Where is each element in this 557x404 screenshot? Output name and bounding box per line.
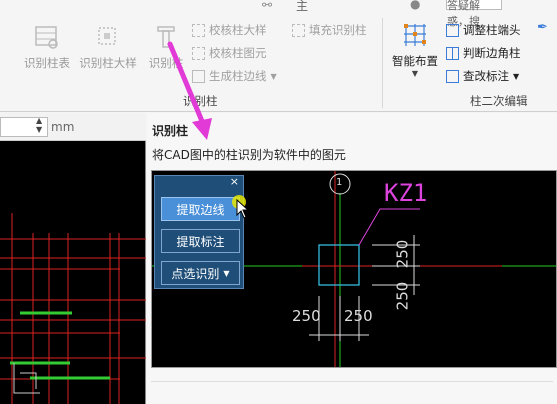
grid-layout-icon: [404, 24, 426, 46]
floating-toolbar: × 提取边线 提取标注 点选识别 ▼: [154, 175, 244, 289]
smart-layout-label: 智能布置: [392, 54, 438, 68]
title-fragment: 主: [296, 0, 309, 13]
extract-annotation-button[interactable]: 提取标注: [161, 229, 240, 253]
ribbon: 主 ⚯ ● 答疑解惑，搜 识别柱表 识别柱大样 识别柱 校核柱大样 校核柱图元 …: [0, 0, 557, 112]
demo-cad-view: 1 KZ1 250 250 250 250 × 提取边线 提取标注 点选识别 ▼: [151, 170, 557, 368]
chevron-down-icon: ▼: [223, 268, 230, 278]
mouse-cursor-icon: [236, 199, 250, 219]
dim-label-right-bottom: 250: [393, 281, 412, 311]
search-box[interactable]: 答疑解惑，搜: [446, 0, 502, 28]
adjust-column-end-button[interactable]: 调整柱端头: [446, 22, 521, 38]
dim-label-right-top: 250: [393, 239, 412, 269]
detail-icon: [98, 27, 116, 45]
table-icon: [35, 26, 58, 49]
check-detail-icon: [192, 23, 205, 37]
adjust-column-end-label: 调整柱端头: [463, 23, 521, 37]
fill-icon: [292, 23, 305, 37]
edit-annotation-button[interactable]: 查改标注 ▼: [446, 68, 519, 84]
cad-drawing-area[interactable]: [0, 113, 146, 404]
more-tool-icon[interactable]: ✒: [537, 20, 548, 35]
annotation-arrow-icon: [167, 41, 212, 140]
dim-label-bottom-right: 250: [344, 307, 373, 325]
judge-corner-column-button[interactable]: 判断边角柱: [446, 45, 521, 61]
identify-column-detail-label: 识别柱大样: [79, 56, 137, 70]
group-label-edit: 柱二次编辑: [470, 94, 528, 108]
adjust-icon: [446, 23, 459, 37]
chevron-down-icon: ▼: [513, 71, 520, 81]
user-icon[interactable]: ●: [410, 0, 420, 11]
extract-edge-button[interactable]: 提取边线: [161, 197, 240, 221]
judge-corner-column-label: 判断边角柱: [463, 46, 521, 60]
point-identify-button[interactable]: 点选识别 ▼: [161, 261, 240, 285]
column-label: KZ1: [384, 179, 428, 207]
help-panel: 识别柱 将CAD图中的柱识别为软件中的图元 1 KZ1 250 250 250 …: [147, 113, 557, 404]
fill-identify-column-label: 填充识别柱: [309, 23, 367, 37]
unit-label: mm: [51, 120, 75, 134]
chevron-down-icon: ▼: [411, 69, 419, 78]
group-divider: [382, 18, 383, 108]
point-identify-label: 点选识别: [171, 266, 220, 281]
extract-annotation-label: 提取标注: [176, 234, 225, 249]
edit-icon: [446, 69, 459, 83]
left-input-row: ▲ ▼ mm: [0, 113, 146, 141]
identify-column-table-label: 识别柱表: [24, 56, 70, 70]
axis-label: 1: [336, 177, 343, 188]
cad-drawing: [0, 213, 146, 404]
extract-edge-label: 提取边线: [176, 202, 225, 217]
chevron-down-icon: ▼: [270, 71, 277, 81]
smart-layout-button[interactable]: 智能布置 ▼: [388, 22, 442, 78]
spinner-icon[interactable]: ▲ ▼: [36, 116, 42, 134]
close-icon[interactable]: ×: [230, 175, 239, 188]
pin-icon[interactable]: ⚯: [262, 0, 272, 12]
edit-annotation-label: 查改标注: [463, 69, 509, 83]
panel-divider: [151, 381, 553, 382]
identify-column-table-button[interactable]: 识别柱表: [20, 24, 74, 71]
corner-icon: [446, 46, 459, 60]
identify-column-detail-button[interactable]: 识别柱大样: [78, 24, 138, 71]
check-column-detail-button[interactable]: 校核柱大样: [192, 22, 267, 38]
dim-label-bottom-left: 250: [292, 307, 321, 325]
fill-identify-column-button[interactable]: 填充识别柱: [292, 22, 367, 38]
check-column-detail-label: 校核柱大样: [209, 23, 267, 37]
